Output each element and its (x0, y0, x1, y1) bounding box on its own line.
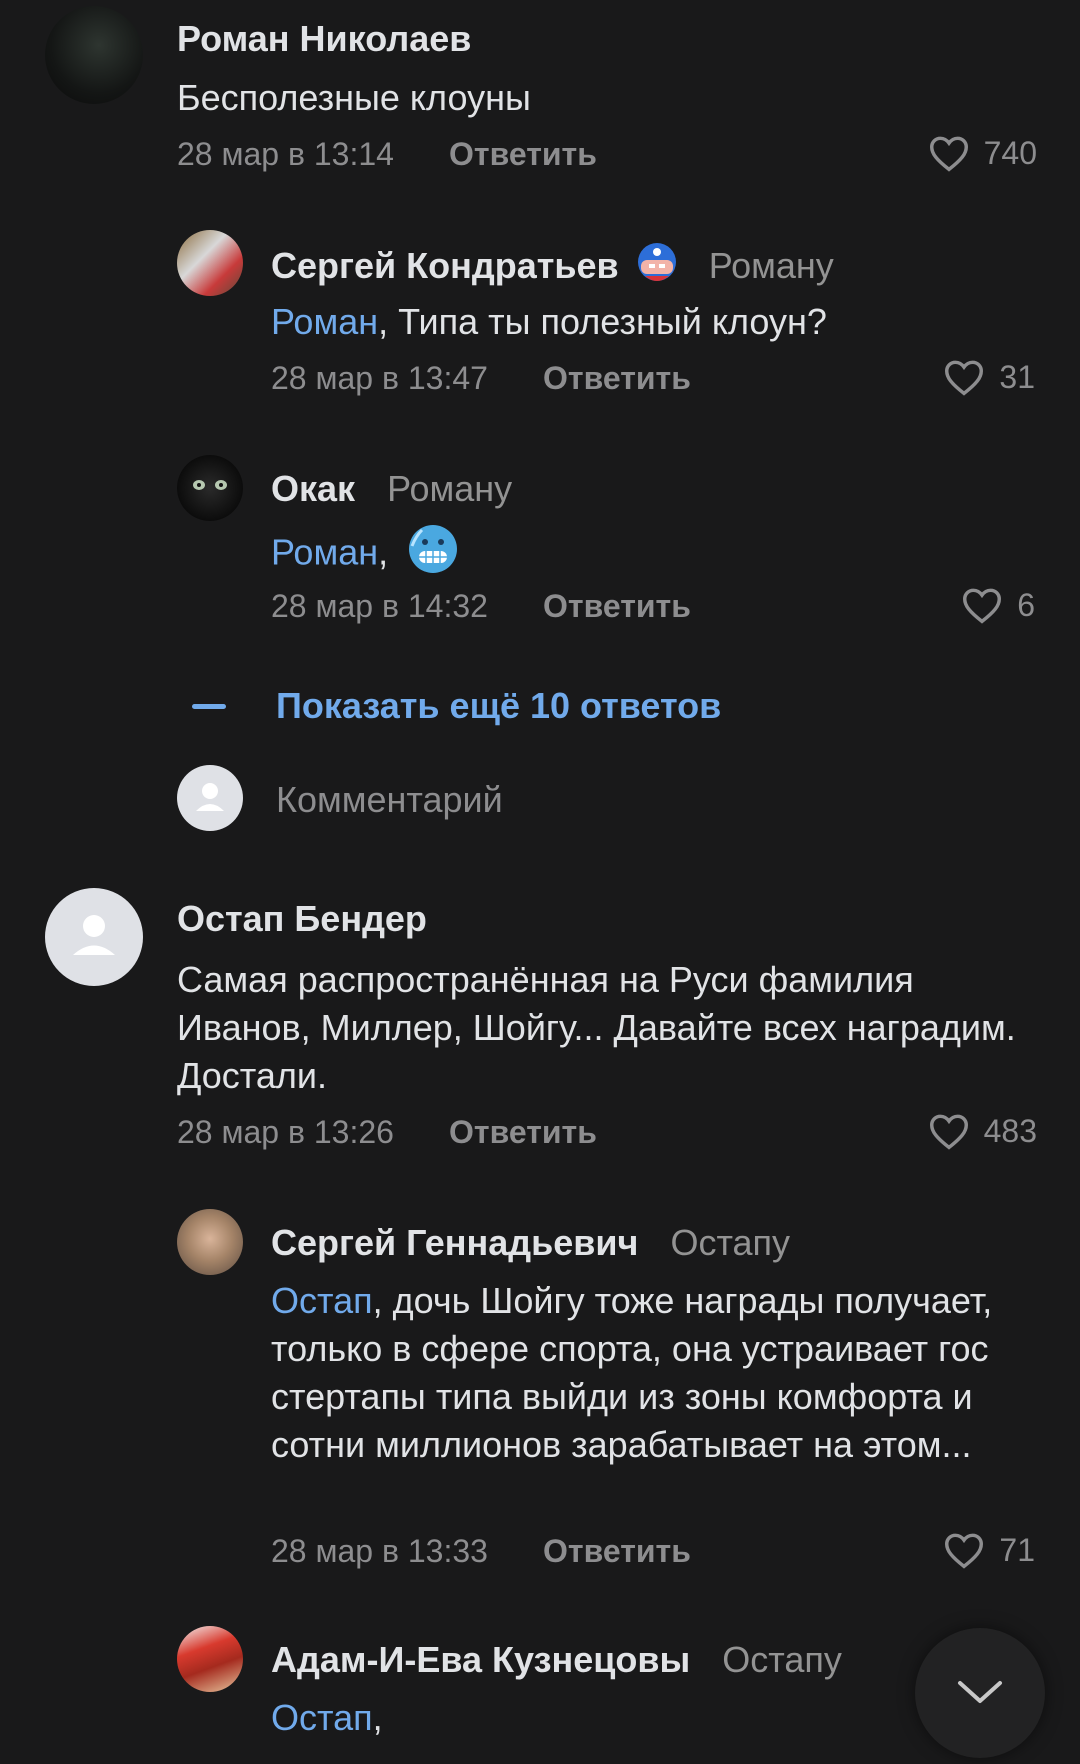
heart-icon (943, 358, 985, 396)
comment-text: Бесполезные клоуны (177, 77, 531, 118)
comment-author[interactable]: Сергей Геннадьевич Остапу (271, 1222, 790, 1264)
reply-to[interactable]: Остапу (670, 1222, 790, 1263)
like-button[interactable]: 740 (928, 134, 1037, 172)
comment-date: 28 мар в 14:32 (271, 588, 488, 624)
heart-icon (943, 1531, 985, 1569)
comment-text: Остап, (271, 1694, 383, 1742)
comment-text: Роман, Типа ты полезный клоун? (271, 298, 827, 346)
freezing-face-emoji-icon (408, 524, 458, 586)
chevron-down-icon (955, 1676, 1005, 1713)
author-name[interactable]: Сергей Геннадьевич (271, 1222, 638, 1263)
heart-icon (961, 586, 1003, 624)
mention-link[interactable]: Роман (271, 532, 378, 573)
like-count: 740 (983, 134, 1037, 171)
mention-link[interactable]: Остап (271, 1697, 373, 1738)
avatar[interactable] (177, 455, 243, 521)
like-count: 483 (983, 1112, 1037, 1149)
comment-author[interactable]: Окак Роману (271, 468, 512, 510)
collapse-dash (192, 704, 226, 709)
comment-date: 28 мар в 13:14 (177, 136, 394, 172)
comment-date: 28 мар в 13:47 (271, 360, 488, 396)
comment-text-body: , Типа ты полезный клоун? (378, 301, 827, 342)
author-name[interactable]: Адам-И-Ева Кузнецовы (271, 1639, 690, 1680)
comment-input[interactable]: Комментарий (276, 779, 503, 821)
comment-author[interactable]: Адам-И-Ева Кузнецовы Остапу (271, 1639, 842, 1681)
comment-text-body: , (378, 531, 389, 573)
like-count: 31 (999, 358, 1035, 395)
author-name[interactable]: Окак (271, 468, 355, 509)
comment-date: 28 мар в 13:33 (271, 1533, 488, 1569)
reply-button[interactable]: Ответить (543, 588, 691, 625)
comment-author[interactable]: Роман Николаев (177, 18, 471, 60)
mention-link[interactable]: Остап (271, 1280, 373, 1321)
comment-text: Роман, (271, 524, 458, 586)
reply-to[interactable]: Остапу (722, 1639, 842, 1680)
heart-icon (928, 134, 970, 172)
avatar[interactable] (177, 1209, 243, 1275)
avatar[interactable] (177, 1626, 243, 1692)
mask-emoji-icon (637, 242, 677, 295)
like-button[interactable]: 483 (928, 1112, 1037, 1150)
reply-button[interactable]: Ответить (449, 1114, 597, 1151)
reply-to[interactable]: Роману (387, 468, 512, 509)
user-avatar (177, 765, 243, 831)
reply-to[interactable]: Роману (709, 245, 834, 286)
heart-icon (928, 1112, 970, 1150)
comment-text-body: , дочь Шойгу тоже награды получает, толь… (271, 1280, 993, 1465)
reply-button[interactable]: Ответить (543, 360, 691, 397)
author-name[interactable]: Сергей Кондратьев (271, 245, 619, 286)
like-count: 71 (999, 1531, 1035, 1568)
show-more-replies-button[interactable]: Показать ещё 10 ответов (276, 685, 721, 727)
avatar[interactable] (177, 230, 243, 296)
like-button[interactable]: 71 (943, 1531, 1035, 1569)
avatar[interactable] (45, 888, 143, 986)
comment-text: Остап, дочь Шойгу тоже награды получает,… (271, 1277, 1031, 1469)
comment-text: Самая распространённая на Руси фамилия И… (177, 959, 1016, 1096)
mention-link[interactable]: Роман (271, 301, 378, 342)
comment-author[interactable]: Остап Бендер (177, 898, 427, 940)
avatar[interactable] (45, 6, 143, 104)
comment-date: 28 мар в 13:26 (177, 1114, 394, 1150)
comment-text-body: , (372, 1697, 383, 1738)
like-button[interactable]: 31 (943, 358, 1035, 396)
reply-button[interactable]: Ответить (449, 136, 597, 173)
like-button[interactable]: 6 (961, 586, 1035, 624)
like-count: 6 (1017, 586, 1035, 623)
reply-button[interactable]: Ответить (543, 1533, 691, 1570)
scroll-down-button[interactable] (915, 1628, 1045, 1758)
comment-author[interactable]: Сергей Кондратьев Роману (271, 242, 834, 295)
